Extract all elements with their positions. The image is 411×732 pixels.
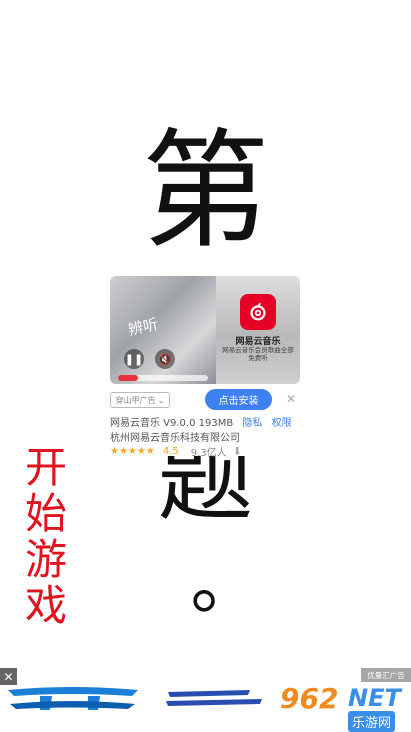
ad-source-tag[interactable]: 穿山甲广告 ⌄ bbox=[110, 392, 170, 408]
site-watermark-logo: 962 NET 乐游网 bbox=[272, 682, 411, 732]
start-game-char: 开 bbox=[24, 443, 67, 492]
watermark-number: 962 bbox=[280, 682, 339, 715]
ad-rating-row: ★★★★★ 4.5 9.3亿人 ⬇ bbox=[110, 444, 300, 459]
download-icon: ⬇ bbox=[232, 445, 242, 458]
start-game-button[interactable]: 开 始 游 戏 bbox=[18, 445, 74, 629]
ad-source-label: 穿山甲广告 bbox=[115, 395, 156, 405]
install-button[interactable]: 点击安装 bbox=[205, 389, 272, 410]
chevron-down-icon: ⌄ bbox=[157, 395, 165, 405]
start-game-char: 戏 bbox=[24, 581, 67, 630]
ad-video-progress bbox=[118, 375, 208, 381]
banner-ad-tag: 优量汇广告 bbox=[361, 668, 411, 682]
mute-icon[interactable]: 🔇 bbox=[155, 349, 175, 369]
rating-value: 4.5 bbox=[162, 446, 179, 457]
ad-app-screenshot: 网易云音乐 网易云音乐会员歌曲全部免费听 bbox=[216, 276, 300, 384]
close-icon[interactable]: ✕ bbox=[286, 392, 296, 406]
start-game-char: 游 bbox=[24, 535, 67, 584]
ad-card[interactable]: 辨听 ❚❚ 🔇 网易云音乐 网易云音乐会员歌曲全部免费听 穿山甲广告 ⌄ 点击安… bbox=[110, 276, 300, 459]
watermark-net: NET bbox=[348, 684, 401, 712]
ad-video[interactable]: 辨听 ❚❚ 🔇 bbox=[110, 276, 216, 384]
question-period-char: 。 bbox=[190, 542, 261, 624]
ad-app-info: 网易云音乐 V9.0.0 193MB 隐私 权限 bbox=[110, 414, 300, 429]
watermark-site-name: 乐游网 bbox=[348, 711, 396, 732]
start-game-char: 始 bbox=[24, 489, 67, 538]
question-number-char: 第 bbox=[141, 117, 270, 266]
ad-media[interactable]: 辨听 ❚❚ 🔇 网易云音乐 网易云音乐会员歌曲全部免费听 bbox=[110, 276, 300, 384]
developer-name: 杭州网易云音乐科技有限公司 bbox=[110, 433, 240, 444]
privacy-link[interactable]: 隐私 bbox=[242, 418, 262, 429]
pause-icon[interactable]: ❚❚ bbox=[124, 349, 144, 369]
ad-video-title: 辨听 bbox=[126, 315, 160, 339]
netease-music-logo-icon bbox=[240, 294, 276, 330]
app-slogan-in-screenshot: 网易云音乐会员歌曲全部免费听 bbox=[222, 346, 294, 362]
download-count: 9.3亿人 bbox=[190, 448, 227, 459]
permissions-link[interactable]: 权限 bbox=[272, 418, 292, 429]
rating-stars: ★★★★★ bbox=[110, 446, 155, 457]
app-version-size: 网易云音乐 V9.0.0 193MB bbox=[110, 418, 234, 429]
